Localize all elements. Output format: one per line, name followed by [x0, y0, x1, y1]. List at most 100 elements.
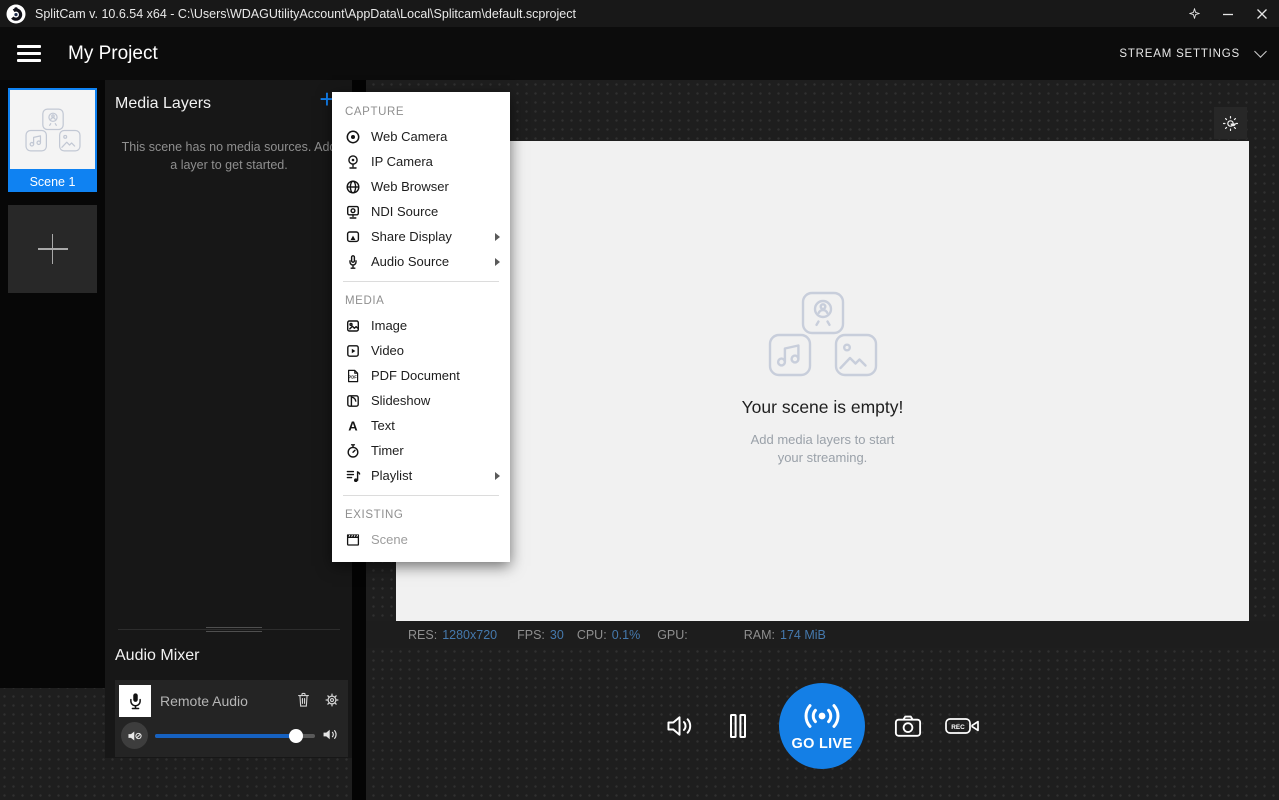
mute-button[interactable] [121, 722, 148, 749]
menu-item-video[interactable]: Video [332, 338, 510, 363]
scene-icon [345, 532, 361, 548]
status-resolution: RES:1280x720 [408, 628, 497, 642]
stream-settings-button[interactable]: STREAM SETTINGS [1119, 48, 1265, 60]
menu-divider [343, 495, 499, 496]
hamburger-menu-button[interactable] [17, 45, 41, 62]
channel-type-badge [119, 685, 151, 717]
text-icon: A [345, 418, 361, 434]
audio-source-icon [345, 254, 361, 270]
slideshow-icon [345, 393, 361, 409]
close-icon [1256, 8, 1268, 20]
menu-item-image[interactable]: Image [332, 313, 510, 338]
close-button[interactable] [1245, 0, 1279, 27]
panel-resize-handle[interactable] [118, 627, 340, 632]
rec-video-icon: REC [944, 713, 986, 739]
menu-item-audio-source[interactable]: Audio Source [332, 249, 510, 274]
ndi-source-icon [345, 204, 361, 220]
gear-icon [323, 691, 341, 709]
channel-settings-button[interactable] [323, 691, 341, 709]
master-volume-button[interactable] [662, 708, 698, 744]
menu-item-playlist[interactable]: Playlist [332, 463, 510, 488]
empty-scene-subtitle: Add media layers to start your streaming… [396, 431, 1249, 466]
page-title: My Project [68, 43, 158, 65]
camera-snapshot-icon [893, 713, 923, 739]
muted-speaker-icon [127, 729, 143, 743]
snapshot-button[interactable] [890, 708, 926, 744]
menu-section-capture: CAPTURE [332, 100, 510, 124]
svg-text:REC: REC [951, 724, 965, 731]
menu-item-pdf-document[interactable]: PDF PDF Document [332, 363, 510, 388]
share-display-icon [345, 229, 361, 245]
menu-section-media: MEDIA [332, 289, 510, 313]
menu-section-existing: EXISTING [332, 503, 510, 527]
plus-icon [38, 234, 68, 264]
add-scene-button[interactable] [8, 205, 97, 293]
web-browser-icon [345, 179, 361, 195]
submenu-arrow-icon [495, 233, 500, 241]
drag-grip[interactable] [206, 627, 262, 632]
scene-canvas[interactable]: Your scene is empty! Add media layers to… [396, 141, 1249, 621]
status-cpu: CPU:0.1% [577, 628, 640, 642]
scene-tile[interactable]: Scene 1 [8, 88, 97, 192]
media-layers-empty-hint: This scene has no media sources. Add a l… [118, 138, 340, 174]
menu-item-web-browser[interactable]: Web Browser [332, 174, 510, 199]
broadcast-icon [800, 701, 844, 731]
volume-slider[interactable] [155, 734, 315, 738]
svg-text:PDF: PDF [348, 374, 357, 379]
status-fps: FPS:30 [517, 628, 564, 642]
pin-icon [1188, 7, 1201, 20]
stream-settings-label: STREAM SETTINGS [1119, 48, 1240, 60]
playlist-icon [345, 468, 361, 484]
pin-button[interactable] [1177, 0, 1211, 27]
chevron-down-icon [1254, 45, 1267, 58]
title-bar: SplitCam v. 10.6.54 x64 - C:\Users\WDAGU… [0, 0, 1279, 27]
menu-item-scene[interactable]: Scene [332, 527, 510, 552]
scene-name-badge: Scene 1 [8, 171, 97, 192]
web-camera-icon [345, 129, 361, 145]
brightness-icon [1221, 114, 1240, 133]
window-title: SplitCam v. 10.6.54 x64 - C:\Users\WDAGU… [35, 7, 576, 21]
audio-channel-card: Remote Audio [115, 680, 348, 757]
trash-icon [295, 691, 312, 709]
svg-text:A: A [348, 418, 358, 433]
image-icon [345, 318, 361, 334]
menu-item-text[interactable]: A Text [332, 413, 510, 438]
pause-icon [726, 711, 750, 741]
menu-item-web-camera[interactable]: Web Camera [332, 124, 510, 149]
speaker-icon [665, 713, 695, 739]
pdf-document-icon: PDF [345, 368, 361, 384]
brightness-button[interactable] [1214, 107, 1247, 139]
minimize-button[interactable] [1211, 0, 1245, 27]
video-icon [345, 343, 361, 359]
menu-item-timer[interactable]: Timer [332, 438, 510, 463]
scene-thumbnail[interactable] [8, 88, 97, 171]
menu-divider [343, 281, 499, 282]
delete-channel-button[interactable] [295, 691, 312, 709]
menu-item-ip-camera[interactable]: IP Camera [332, 149, 510, 174]
volume-slider-fill [155, 734, 296, 738]
go-live-button[interactable]: GO LIVE [779, 683, 865, 769]
media-layers-title: Media Layers [115, 95, 211, 113]
minimize-icon [1222, 8, 1234, 20]
menu-item-slideshow[interactable]: Slideshow [332, 388, 510, 413]
submenu-arrow-icon [495, 472, 500, 480]
pause-button[interactable] [722, 709, 754, 743]
timer-icon [345, 443, 361, 459]
menu-item-share-display[interactable]: Share Display [332, 224, 510, 249]
add-layer-menu: CAPTURE Web Camera IP Camera Web Browser… [332, 92, 510, 562]
go-live-label: GO LIVE [792, 736, 853, 752]
status-bar: RES:1280x720 FPS:30 CPU:0.1% GPU: RAM:17… [366, 621, 1279, 648]
status-gpu: GPU: [657, 628, 693, 642]
menu-item-ndi-source[interactable]: NDI Source [332, 199, 510, 224]
empty-scene-icon [768, 291, 878, 377]
submenu-arrow-icon [495, 258, 500, 266]
empty-scene-title: Your scene is empty! [396, 397, 1249, 418]
ip-camera-icon [345, 154, 361, 170]
speaker-icon [322, 727, 339, 742]
media-layers-panel: Media Layers + This scene has no media s… [105, 80, 352, 758]
scenes-panel: Scene 1 [0, 80, 105, 688]
record-button[interactable]: REC [942, 710, 988, 742]
volume-slider-knob[interactable] [289, 729, 303, 743]
app-header: My Project STREAM SETTINGS [0, 27, 1279, 80]
status-ram: RAM:174 MiB [744, 628, 826, 642]
